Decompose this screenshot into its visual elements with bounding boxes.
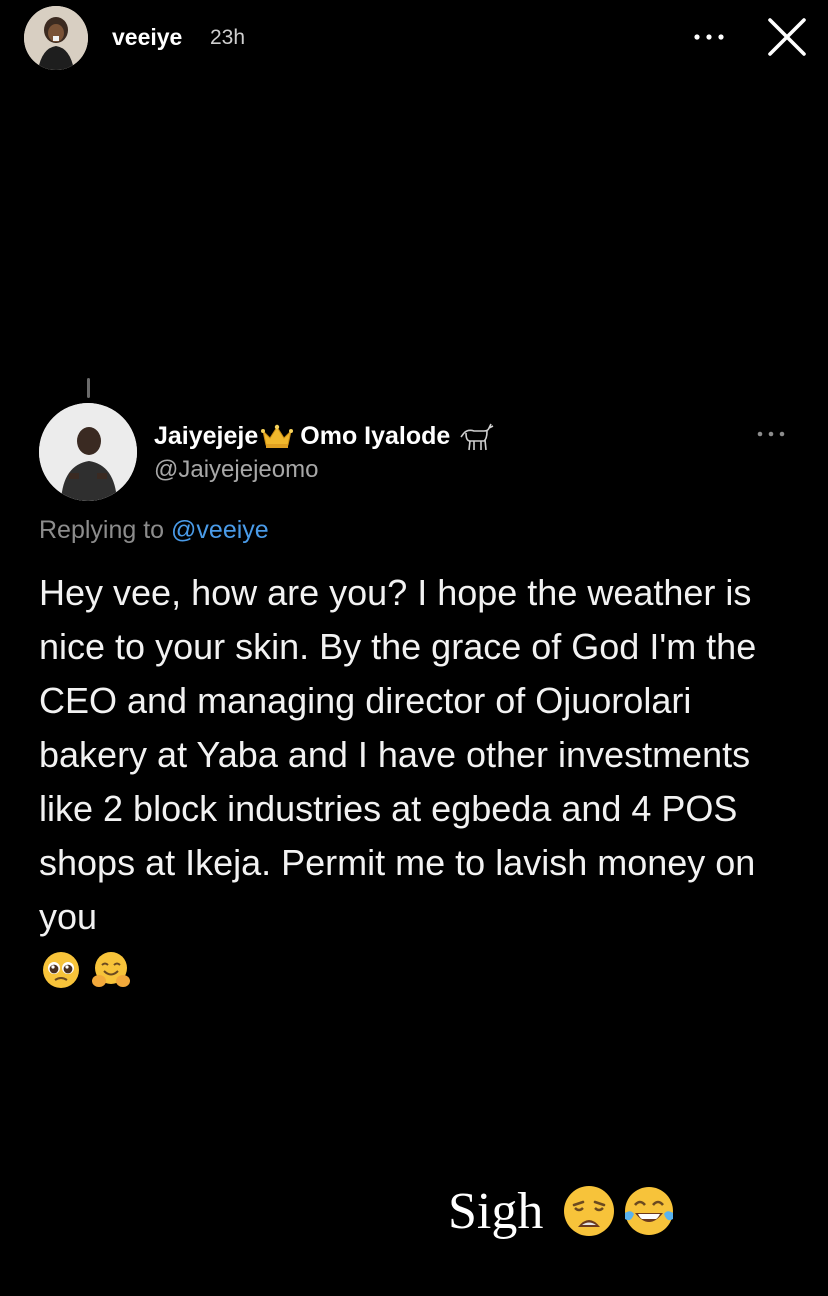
- story-header: veeiye 23h: [0, 0, 828, 80]
- tweet-more-icon[interactable]: [756, 428, 786, 440]
- weary-face-icon: [564, 1186, 615, 1236]
- story-viewer: veeiye 23h Jaiyejeje Omo Iyalode @Jaiyej…: [0, 0, 828, 1296]
- tweet-handle[interactable]: @Jaiyejejeomo: [154, 456, 318, 484]
- tweet-text: Hey vee, how are you? I hope the weather…: [39, 572, 757, 937]
- tweet-emoji-row: [41, 950, 131, 992]
- replying-mention-link[interactable]: @veeiye: [171, 516, 269, 544]
- crown-icon: [261, 424, 294, 448]
- more-horizontal-icon[interactable]: [692, 28, 726, 46]
- story-timestamp: 23h: [210, 26, 246, 49]
- thread-connector-line: [87, 378, 90, 398]
- story-username[interactable]: veeiye: [112, 24, 182, 51]
- story-avatar[interactable]: [24, 6, 88, 70]
- story-caption: Sigh: [448, 1176, 677, 1246]
- pleading-face-icon: [43, 952, 79, 988]
- display-name-text: Jaiyejeje: [154, 421, 259, 450]
- replying-prefix: Replying to: [39, 516, 165, 544]
- hugging-face-icon: [92, 952, 130, 987]
- close-icon[interactable]: [764, 14, 810, 60]
- caption-text: Sigh: [448, 1182, 544, 1240]
- tweet-avatar[interactable]: [39, 403, 137, 501]
- tears-of-joy-icon: [625, 1187, 674, 1235]
- tweet-display-name[interactable]: Jaiyejeje Omo Iyalode: [154, 418, 496, 454]
- replying-to-line: Replying to @veeiye: [39, 516, 269, 545]
- display-name-suffix: Omo Iyalode: [300, 421, 451, 450]
- caption-emojis: [561, 1183, 677, 1239]
- goat-icon: [460, 423, 494, 451]
